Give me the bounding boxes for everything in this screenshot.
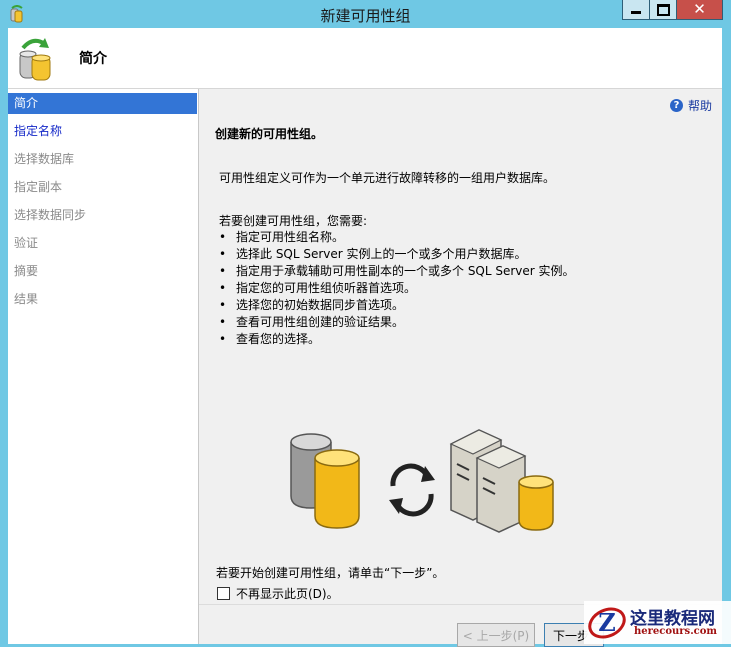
watermark-url: herecours.com: [634, 626, 718, 637]
nav-item-results[interactable]: 结果: [8, 289, 197, 310]
list-item: 查看可用性组创建的验证结果。: [219, 314, 575, 331]
close-button[interactable]: ✕: [677, 0, 723, 20]
help-link[interactable]: ? 帮助: [669, 97, 712, 114]
minimize-button[interactable]: [622, 0, 650, 20]
svg-text:Z: Z: [598, 608, 616, 637]
list-item: 选择您的初始数据同步首选项。: [219, 297, 575, 314]
sync-icon: [389, 463, 435, 517]
list-item: 查看您的选择。: [219, 331, 575, 348]
dont-show-again-label: 不再显示此页(D)。: [236, 587, 339, 601]
database-icon: [290, 433, 360, 529]
list-item: 选择此 SQL Server 实例上的一个或多个用户数据库。: [219, 246, 575, 263]
previous-button[interactable]: < 上一步(P): [457, 623, 535, 647]
maximize-button[interactable]: [650, 0, 677, 20]
watermark: Z 这里教程网 herecours.com: [584, 601, 731, 644]
wizard-nav: 简介 指定名称 选择数据库 指定副本 选择数据同步 验证 摘要 结果: [8, 89, 199, 644]
list-item: 指定可用性组名称。: [219, 229, 575, 246]
dont-show-again-checkbox[interactable]: [217, 587, 230, 600]
database-sync-illustration: [290, 429, 554, 533]
requirements-intro: 若要创建可用性组，您需要:: [219, 214, 368, 228]
help-icon: ?: [669, 99, 683, 112]
wizard-content: ? 帮助 创建新的可用性组。 可用性组定义可作为一个单元进行故障转移的一组用户数…: [199, 89, 722, 644]
nav-item-select-databases[interactable]: 选择数据库: [8, 149, 197, 170]
title-bar[interactable]: 新建可用性组 ✕: [0, 0, 731, 28]
description-text: 可用性组定义可作为一个单元进行故障转移的一组用户数据库。: [219, 171, 556, 185]
dont-show-again-option[interactable]: 不再显示此页(D)。: [217, 585, 339, 602]
list-item: 指定您的可用性组侦听器首选项。: [219, 280, 575, 297]
page-title: 简介: [79, 51, 107, 67]
content-heading: 创建新的可用性组。: [215, 127, 324, 141]
nav-item-intro[interactable]: 简介: [8, 93, 197, 114]
nav-item-validation[interactable]: 验证: [8, 233, 197, 254]
nav-item-data-sync[interactable]: 选择数据同步: [8, 205, 197, 226]
start-instruction: 若要开始创建可用性组，请单击“下一步”。: [216, 566, 445, 580]
requirements-list: 指定可用性组名称。 选择此 SQL Server 实例上的一个或多个用户数据库。…: [219, 229, 575, 348]
nav-item-summary[interactable]: 摘要: [8, 261, 197, 282]
availability-group-icon: [19, 38, 51, 81]
close-icon: ✕: [693, 0, 706, 18]
minimize-icon: [631, 11, 641, 14]
server-icon: [449, 429, 554, 533]
nav-item-specify-name[interactable]: 指定名称: [8, 121, 197, 142]
watermark-logo: Z: [588, 607, 626, 639]
help-label: 帮助: [687, 99, 712, 113]
wizard-window: 新建可用性组 ✕ 简介 简介 指定名称 选择数据库 指定副本 选择数据同步 验证…: [0, 0, 731, 647]
list-item: 指定用于承载辅助可用性副本的一个或多个 SQL Server 实例。: [219, 263, 575, 280]
nav-item-specify-replicas[interactable]: 指定副本: [8, 177, 197, 198]
wizard-client-area: 简介 简介 指定名称 选择数据库 指定副本 选择数据同步 验证 摘要 结果 ? …: [8, 28, 722, 647]
maximize-icon: [656, 3, 670, 16]
wizard-header: 简介: [8, 28, 722, 89]
